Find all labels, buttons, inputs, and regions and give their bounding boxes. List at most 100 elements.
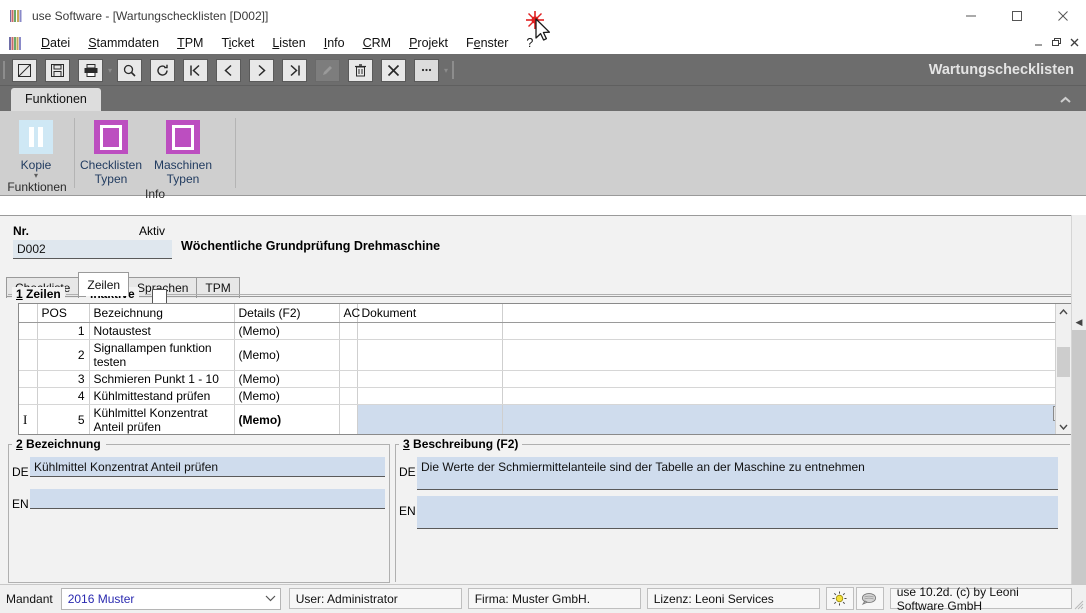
cell-bezeichnung[interactable]: Notaustest [89, 322, 235, 340]
more-options-button[interactable] [414, 58, 440, 82]
grid-header-ac[interactable]: AC [339, 304, 360, 323]
aktiv-input[interactable] [139, 240, 172, 259]
cell-details[interactable]: (Memo) [234, 387, 340, 405]
cell-details[interactable]: (Memo) [234, 339, 340, 371]
scroll-up-icon[interactable] [1056, 304, 1071, 319]
menu-item-datei[interactable]: Datei [32, 34, 79, 52]
bezeichnung-de-input[interactable] [30, 457, 385, 477]
cell-ac[interactable] [339, 322, 358, 340]
previous-record-button[interactable] [216, 58, 242, 82]
checklisten-typen-button[interactable]: Checklisten Typen [75, 119, 147, 186]
beschreibung-en-label: EN [399, 504, 416, 518]
table-row[interactable]: 4 Kühlmittestand prüfen (Memo) [19, 387, 1071, 405]
record-header: Nr. Aktiv Wöchentliche Grundprüfung Dreh… [0, 216, 1086, 263]
bezeichnung-en-input[interactable] [30, 489, 385, 509]
last-record-button[interactable] [282, 58, 308, 82]
menu-item-help[interactable]: ? [517, 34, 542, 52]
resize-grip-icon[interactable] [1072, 598, 1084, 610]
menu-item-fenster[interactable]: Fenster [457, 34, 517, 52]
grid-header-filler [502, 304, 1071, 323]
cell-bezeichnung[interactable]: Schmieren Punkt 1 - 10 [89, 370, 235, 388]
nr-input[interactable] [13, 240, 145, 259]
cell-bezeichnung[interactable]: Kühlmittestand prüfen [89, 387, 235, 405]
mdi-close-button[interactable] [1066, 34, 1083, 51]
grid-header-dokument[interactable]: Dokument [357, 304, 503, 323]
beschreibung-section-legend: 3 Beschreibung (F2) [399, 437, 523, 451]
cell-dokument[interactable] [357, 322, 503, 340]
close-button[interactable] [1040, 0, 1086, 32]
bezeichnung-frame-right [389, 444, 390, 582]
chat-bubble-icon[interactable] [855, 587, 884, 610]
delete-button[interactable] [348, 58, 374, 82]
save-button[interactable] [45, 58, 70, 82]
table-row[interactable]: 3 Schmieren Punkt 1 - 10 (Memo) [19, 370, 1071, 388]
cell-dokument[interactable] [357, 339, 503, 371]
grid-header-details[interactable]: Details (F2) [234, 304, 340, 323]
menu-item-ticket[interactable]: Ticket [212, 34, 263, 52]
bezeichnung-section-legend: 2 Bezeichnung [12, 437, 105, 451]
beschreibung-en-input[interactable] [417, 496, 1058, 529]
kopie-button[interactable]: Kopie ▾ [0, 119, 72, 180]
cell-filler[interactable]: … [502, 404, 1071, 434]
mdi-restore-button[interactable] [1048, 34, 1065, 51]
cell-pos[interactable]: 1 [37, 322, 90, 340]
next-record-button[interactable] [249, 58, 275, 82]
scroll-down-icon[interactable] [1056, 419, 1071, 434]
cancel-button[interactable] [381, 58, 407, 82]
inaktive-checkbox[interactable] [152, 289, 167, 304]
first-record-button[interactable] [183, 58, 209, 82]
cell-bezeichnung[interactable]: Signallampen funktion testen [89, 339, 235, 371]
cell-ac[interactable] [339, 370, 358, 388]
cell-pos[interactable]: 3 [37, 370, 90, 388]
cell-ac[interactable] [339, 387, 358, 405]
menu-item-info[interactable]: Info [315, 34, 354, 52]
checklisten-typen-label-2: Typen [94, 172, 128, 186]
grid-vertical-scrollbar[interactable] [1055, 304, 1071, 434]
mdi-minimize-button[interactable] [1030, 34, 1047, 51]
maschinen-typen-button[interactable]: Maschinen Typen [147, 119, 219, 186]
cell-dokument[interactable] [357, 370, 503, 388]
lightbulb-icon[interactable] [825, 587, 854, 610]
table-row[interactable]: 2 Signallampen funktion testen (Memo) [19, 339, 1071, 371]
chevron-down-icon[interactable]: ▾ [34, 172, 38, 180]
cell-bezeichnung[interactable]: Kühlmittel Konzentrat Anteil prüfen [89, 404, 235, 434]
cell-ac[interactable] [339, 404, 358, 434]
grid-header-pos[interactable]: POS [37, 304, 90, 323]
cell-ac[interactable] [339, 339, 358, 371]
grid-scrollbar-thumb[interactable] [1057, 347, 1070, 377]
table-row[interactable]: 1 Notaustest (Memo) [19, 322, 1071, 340]
minimize-button[interactable] [948, 0, 994, 32]
cell-dokument[interactable] [357, 404, 503, 434]
cell-pos[interactable]: 4 [37, 387, 90, 405]
cell-filler [502, 322, 1071, 340]
zeilen-grid-table: POS Bezeichnung Details (F2) AC Dokument… [19, 304, 1071, 434]
mandant-select[interactable]: 2016 Muster [60, 587, 281, 610]
page-vertical-scrollbar[interactable]: ◀ [1071, 215, 1086, 585]
cell-details[interactable]: (Memo) [234, 370, 340, 388]
menu-item-crm[interactable]: CRM [354, 34, 400, 52]
print-button[interactable] [78, 58, 103, 82]
cell-pos[interactable]: 5 [37, 404, 90, 434]
page-scroll-left-icon[interactable]: ◀ [1072, 314, 1086, 330]
page-scrollbar-track[interactable] [1072, 330, 1086, 585]
menu-item-projekt[interactable]: Projekt [400, 34, 457, 52]
ribbon-tab-funktionen[interactable]: Funktionen [11, 88, 101, 111]
new-record-button[interactable] [12, 58, 37, 82]
cell-details[interactable]: (Memo) [234, 322, 340, 340]
table-row[interactable]: I 5 Kühlmittel Konzentrat Anteil prüfen … [19, 404, 1071, 434]
search-button[interactable] [117, 58, 143, 82]
cell-pos[interactable]: 2 [37, 339, 90, 371]
zeilen-grid[interactable]: POS Bezeichnung Details (F2) AC Dokument… [18, 303, 1072, 435]
tab-zeilen[interactable]: Zeilen [78, 272, 130, 296]
maximize-button[interactable] [994, 0, 1040, 32]
menu-item-stammdaten[interactable]: Stammdaten [79, 34, 168, 52]
menu-item-listen[interactable]: Listen [263, 34, 314, 52]
chevron-up-icon[interactable] [1059, 96, 1072, 107]
beschreibung-frame-top-right [522, 444, 1070, 445]
grid-header-bezeichnung[interactable]: Bezeichnung [89, 304, 235, 323]
cell-dokument[interactable] [357, 387, 503, 405]
menu-item-tpm[interactable]: TPM [168, 34, 212, 52]
refresh-button[interactable] [150, 58, 176, 82]
beschreibung-de-input[interactable] [417, 457, 1058, 490]
cell-details[interactable]: (Memo) [234, 404, 340, 434]
